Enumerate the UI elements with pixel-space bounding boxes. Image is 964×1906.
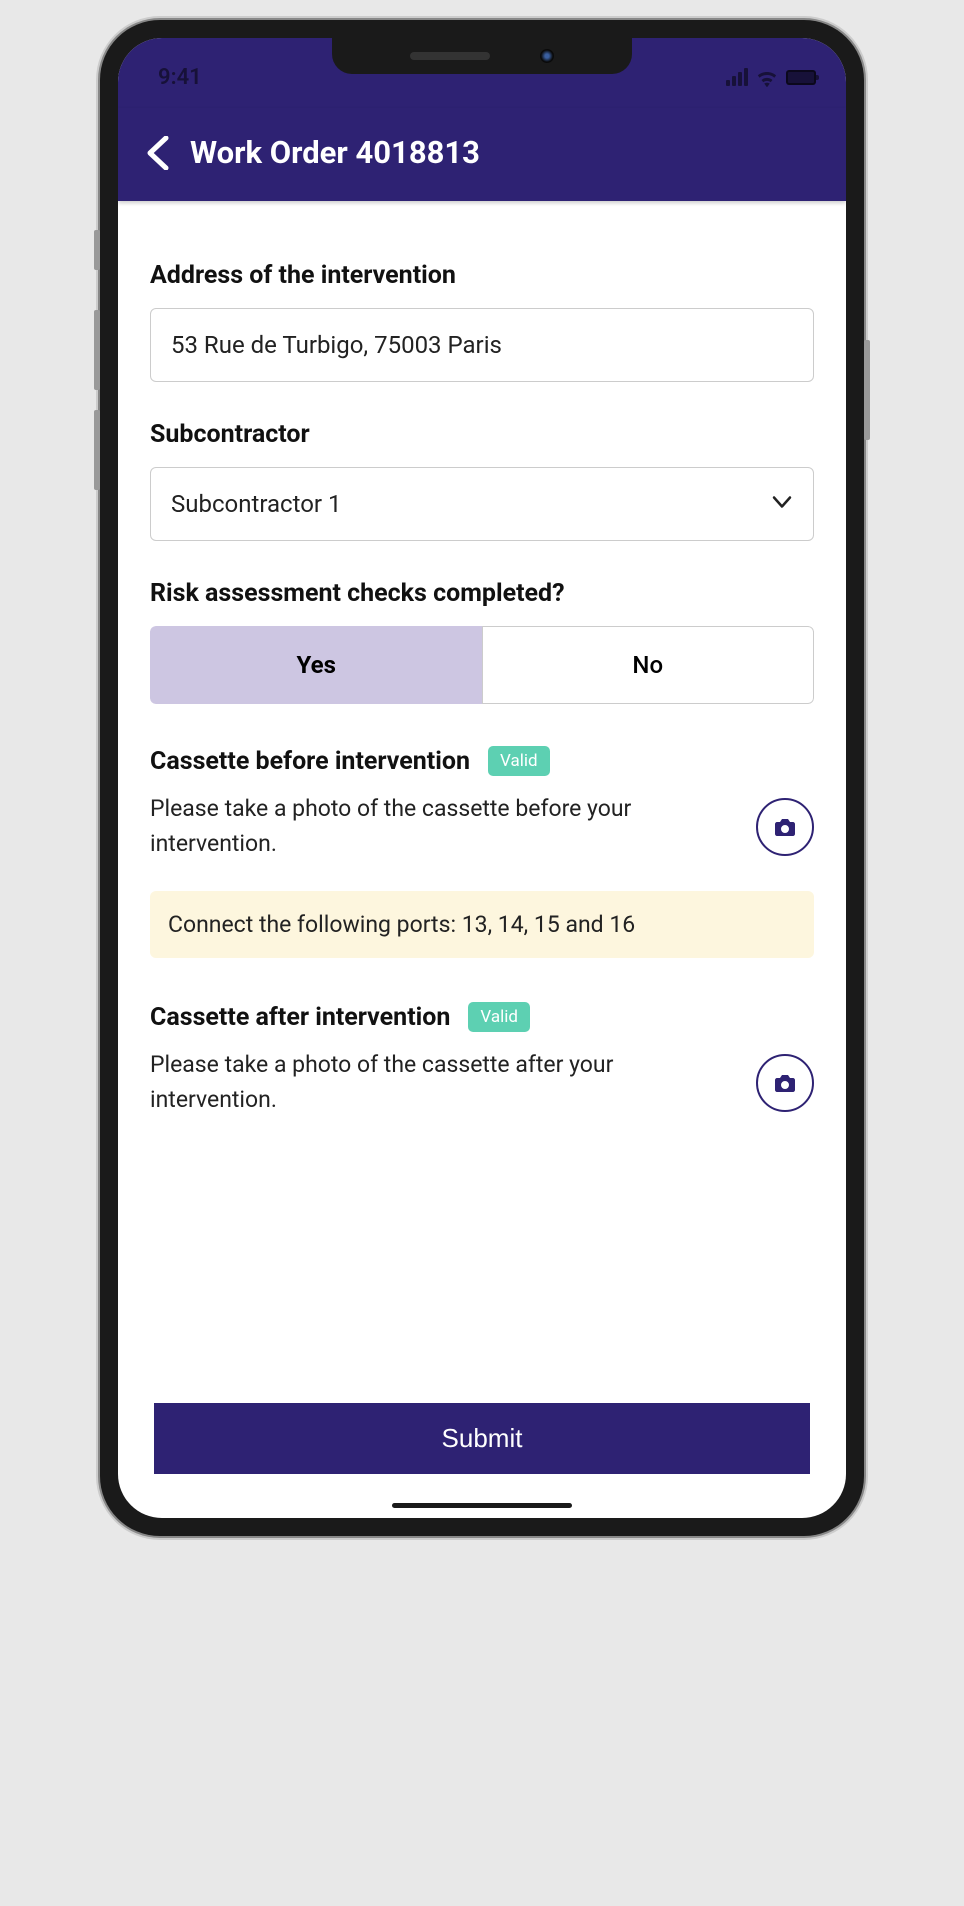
back-button[interactable] [138,136,170,170]
phone-device-frame: 9:41 Work Order 4018813 Address of the i… [100,20,864,1536]
phone-volume-down [94,410,100,490]
cassette-before-header: Cassette before intervention Valid [150,746,814,776]
cassette-after-instruction: Please take a photo of the cassette afte… [150,1048,740,1117]
camera-button-before[interactable] [756,798,814,856]
cassette-after-row: Please take a photo of the cassette afte… [150,1048,814,1117]
cassette-after-header: Cassette after intervention Valid [150,1002,814,1032]
risk-option-yes[interactable]: Yes [150,626,482,704]
address-label: Address of the intervention [150,261,814,290]
battery-icon [786,70,816,85]
speaker-grille [410,52,490,60]
ports-info-box: Connect the following ports: 13, 14, 15 … [150,891,814,958]
cassette-before-badge: Valid [488,746,550,776]
wifi-icon [756,68,778,86]
camera-button-after[interactable] [756,1054,814,1112]
app-header: Work Order 4018813 [118,108,846,201]
chevron-left-icon [146,136,170,170]
cassette-before-row: Please take a photo of the cassette befo… [150,792,814,861]
status-time: 9:41 [158,57,202,90]
submit-button[interactable]: Submit [154,1403,810,1474]
home-indicator[interactable] [392,1503,572,1508]
cassette-after-badge: Valid [468,1002,530,1032]
phone-power-button [864,340,870,440]
phone-screen: 9:41 Work Order 4018813 Address of the i… [118,38,846,1518]
front-camera [540,49,554,63]
cassette-after-title: Cassette after intervention [150,1003,450,1032]
cellular-signal-icon [726,68,748,86]
risk-assessment-label: Risk assessment checks completed? [150,579,814,608]
risk-option-no[interactable]: No [482,626,815,704]
subcontractor-label: Subcontractor [150,420,814,449]
phone-notch [332,38,632,74]
submit-bar: Submit [118,1403,846,1518]
address-input[interactable] [150,308,814,382]
camera-icon [773,1072,797,1094]
phone-volume-up [94,310,100,390]
camera-icon [773,816,797,838]
phone-mute-switch [94,230,100,270]
subcontractor-select[interactable]: Subcontractor 1 [150,467,814,541]
form-content: Address of the intervention Subcontracto… [118,201,846,1403]
cassette-before-title: Cassette before intervention [150,747,470,776]
cassette-before-instruction: Please take a photo of the cassette befo… [150,792,740,861]
status-icons [726,60,816,86]
risk-toggle-group: Yes No [150,626,814,704]
page-title: Work Order 4018813 [190,134,480,171]
